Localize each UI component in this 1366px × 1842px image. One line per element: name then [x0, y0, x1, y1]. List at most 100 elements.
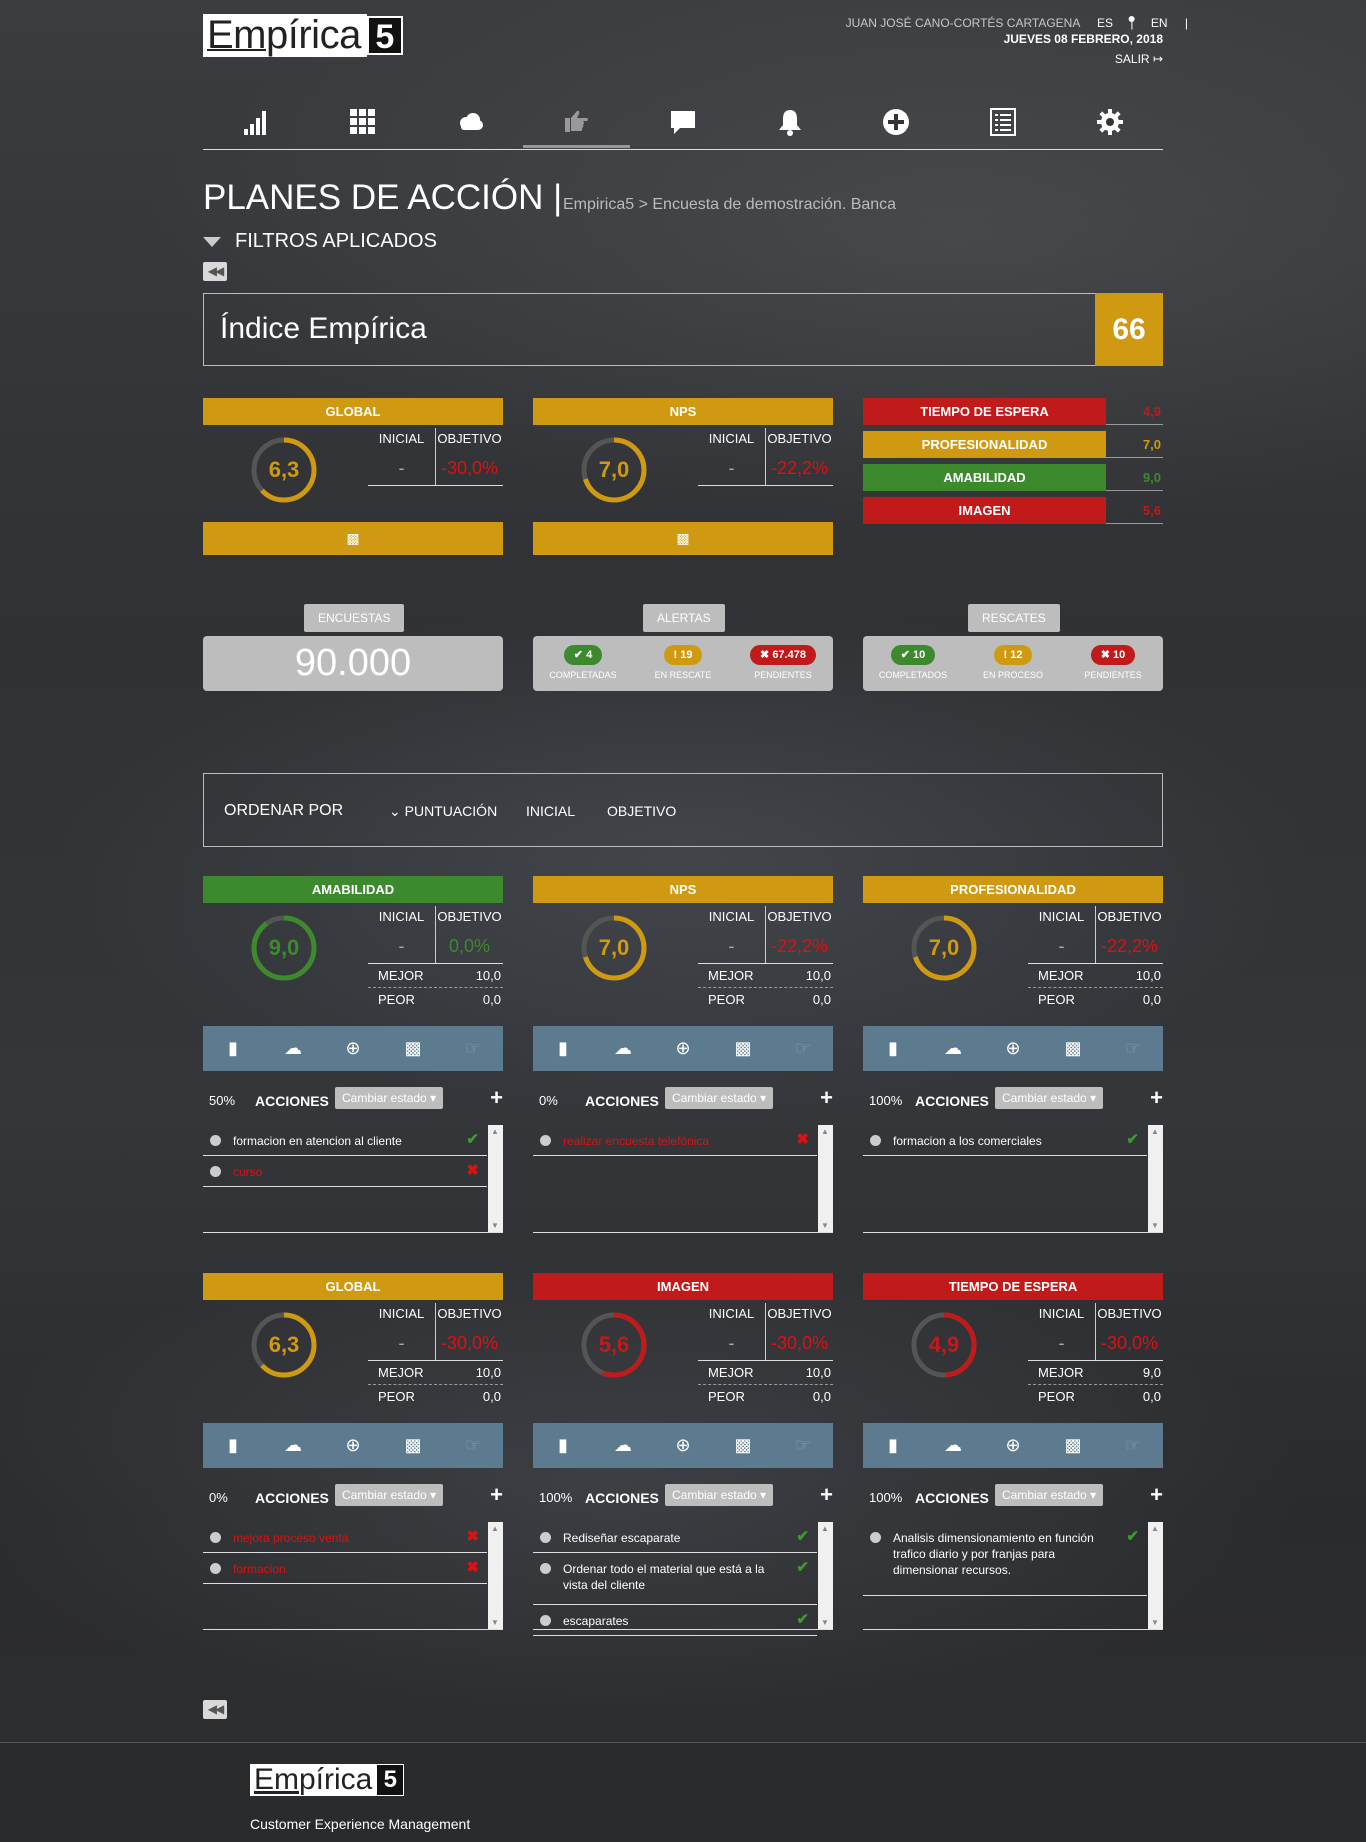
bar-chart-icon[interactable]: ▩ — [713, 1026, 773, 1071]
rewind-button-top[interactable]: ◀◀ — [203, 262, 227, 281]
nav-settings[interactable] — [1056, 96, 1163, 148]
cloud-icon[interactable]: ☁ — [923, 1026, 983, 1071]
cloud-icon[interactable]: ☁ — [593, 1026, 653, 1071]
side-metric-row[interactable]: PROFESIONALIDAD 7,0 — [863, 431, 1163, 458]
change-status-dropdown[interactable]: Cambiar estado ▾ — [995, 1087, 1104, 1109]
scrollbar[interactable]: ▲ ▼ — [818, 1125, 833, 1232]
action-item[interactable]: escaparates ✔ — [533, 1605, 817, 1636]
add-action-button[interactable]: + — [1150, 1087, 1163, 1109]
action-item[interactable]: formacion a los comerciales ✔ — [863, 1125, 1147, 1156]
cloud-icon[interactable]: ☁ — [263, 1423, 323, 1468]
action-item[interactable]: Ordenar todo el material que está a la v… — [533, 1553, 817, 1605]
nav-grid[interactable] — [310, 96, 417, 148]
action-item[interactable]: Analisis dimensionamiento en función tra… — [863, 1522, 1147, 1596]
nav-alerts[interactable] — [736, 96, 843, 148]
action-item[interactable]: mejora proceso venta ✖ — [203, 1522, 487, 1553]
alerta-en-rescate[interactable]: ! 19 EN RESCATE — [633, 636, 733, 691]
logout-link[interactable]: SALIR ↦ — [1115, 52, 1163, 66]
action-item[interactable]: realizar encuesta telefónica ✖ — [533, 1125, 817, 1156]
action-radio[interactable] — [870, 1135, 881, 1146]
add-action-button[interactable]: + — [490, 1484, 503, 1506]
action-radio[interactable] — [210, 1532, 221, 1543]
add-action-button[interactable]: + — [820, 1484, 833, 1506]
breadcrumb[interactable]: Empirica5 > Encuesta de demostración. Ba… — [563, 196, 896, 214]
hand-pointer-icon[interactable]: ☞ — [1103, 1423, 1163, 1468]
lang-es[interactable]: ES — [1097, 16, 1113, 30]
scrollbar[interactable]: ▲ ▼ — [818, 1522, 833, 1629]
side-metric-row[interactable]: TIEMPO DE ESPERA 4,9 — [863, 398, 1163, 425]
sort-option-puntuacion[interactable]: ⌄ PUNTUACIÓN — [389, 803, 497, 820]
kpi-chart-button-nps[interactable]: ▩ — [533, 522, 833, 555]
hand-pointer-icon[interactable]: ☞ — [773, 1026, 833, 1071]
nav-comments[interactable] — [630, 96, 737, 148]
side-metric-row[interactable]: IMAGEN 5,6 — [863, 497, 1163, 524]
comment-icon[interactable]: ▮ — [533, 1423, 593, 1468]
alerta-completadas[interactable]: ✔ 4 COMPLETADAS — [533, 636, 633, 691]
bar-chart-icon[interactable]: ▩ — [383, 1423, 443, 1468]
action-radio[interactable] — [540, 1615, 551, 1626]
plus-circle-icon[interactable]: ⊕ — [653, 1423, 713, 1468]
comment-icon[interactable]: ▮ — [863, 1423, 923, 1468]
plus-circle-icon[interactable]: ⊕ — [323, 1026, 383, 1071]
cloud-icon[interactable]: ☁ — [263, 1026, 323, 1071]
change-status-dropdown[interactable]: Cambiar estado ▾ — [335, 1087, 444, 1109]
rescate-pendientes[interactable]: ✖ 10 PENDIENTES — [1063, 636, 1163, 691]
rescate-completados[interactable]: ✔ 10 COMPLETADOS — [863, 636, 963, 691]
cloud-icon[interactable]: ☁ — [923, 1423, 983, 1468]
comment-icon[interactable]: ▮ — [533, 1026, 593, 1071]
scrollbar[interactable]: ▲ ▼ — [488, 1125, 503, 1232]
rescate-en-proceso[interactable]: ! 12 EN PROCESO — [963, 636, 1063, 691]
action-radio[interactable] — [540, 1563, 551, 1574]
add-action-button[interactable]: + — [820, 1087, 833, 1109]
action-item[interactable]: Rediseñar escaparate ✔ — [533, 1522, 817, 1553]
change-status-dropdown[interactable]: Cambiar estado ▾ — [665, 1087, 774, 1109]
action-radio[interactable] — [540, 1135, 551, 1146]
change-status-dropdown[interactable]: Cambiar estado ▾ — [335, 1484, 444, 1506]
kpi-chart-button-global[interactable]: ▩ — [203, 522, 503, 555]
action-radio[interactable] — [210, 1563, 221, 1574]
comment-icon[interactable]: ▮ — [863, 1026, 923, 1071]
sort-option-inicial[interactable]: INICIAL — [526, 803, 575, 819]
hand-pointer-icon[interactable]: ☞ — [773, 1423, 833, 1468]
nav-cloud[interactable] — [416, 96, 523, 148]
hand-pointer-icon[interactable]: ☞ — [443, 1026, 503, 1071]
action-radio[interactable] — [210, 1166, 221, 1177]
comment-icon[interactable]: ▮ — [203, 1423, 263, 1468]
action-item[interactable]: formacion ✖ — [203, 1553, 487, 1584]
plus-circle-icon[interactable]: ⊕ — [323, 1423, 383, 1468]
change-status-dropdown[interactable]: Cambiar estado ▾ — [995, 1484, 1104, 1506]
nav-stats[interactable] — [203, 96, 310, 148]
alerta-pendientes[interactable]: ✖ 67.478 PENDIENTES — [733, 636, 833, 691]
cloud-icon[interactable]: ☁ — [593, 1423, 653, 1468]
bar-chart-icon[interactable]: ▩ — [1043, 1423, 1103, 1468]
action-item[interactable]: curso ✖ — [203, 1156, 487, 1187]
scrollbar[interactable]: ▲ ▼ — [1148, 1522, 1163, 1629]
sort-option-objetivo[interactable]: OBJETIVO — [607, 803, 676, 819]
add-action-button[interactable]: + — [1150, 1484, 1163, 1506]
plus-circle-icon[interactable]: ⊕ — [653, 1026, 713, 1071]
bar-chart-icon[interactable]: ▩ — [1043, 1026, 1103, 1071]
filters-toggle[interactable]: FILTROS APLICADOS — [203, 230, 437, 253]
plus-circle-icon[interactable]: ⊕ — [983, 1423, 1043, 1468]
action-radio[interactable] — [210, 1135, 221, 1146]
scrollbar[interactable]: ▲ ▼ — [488, 1522, 503, 1629]
hand-pointer-icon[interactable]: ☞ — [1103, 1026, 1163, 1071]
plus-circle-icon[interactable]: ⊕ — [983, 1026, 1043, 1071]
nav-action-plans[interactable] — [523, 96, 630, 148]
bar-chart-icon[interactable]: ▩ — [383, 1026, 443, 1071]
nav-add[interactable] — [843, 96, 950, 148]
logo[interactable]: Empírica 5 — [203, 14, 403, 57]
side-metric-row[interactable]: AMABILIDAD 9,0 — [863, 464, 1163, 491]
nav-list[interactable] — [950, 96, 1057, 148]
scrollbar[interactable]: ▲ ▼ — [1148, 1125, 1163, 1232]
comment-icon[interactable]: ▮ — [203, 1026, 263, 1071]
action-radio[interactable] — [870, 1532, 881, 1543]
rewind-button-bottom[interactable]: ◀◀ — [203, 1700, 227, 1719]
hand-pointer-icon[interactable]: ☞ — [443, 1423, 503, 1468]
action-radio[interactable] — [540, 1532, 551, 1543]
change-status-dropdown[interactable]: Cambiar estado ▾ — [665, 1484, 774, 1506]
action-item[interactable]: formacion en atencion al cliente ✔ — [203, 1125, 487, 1156]
bar-chart-icon[interactable]: ▩ — [713, 1423, 773, 1468]
add-action-button[interactable]: + — [490, 1087, 503, 1109]
lang-en[interactable]: EN — [1151, 16, 1168, 30]
